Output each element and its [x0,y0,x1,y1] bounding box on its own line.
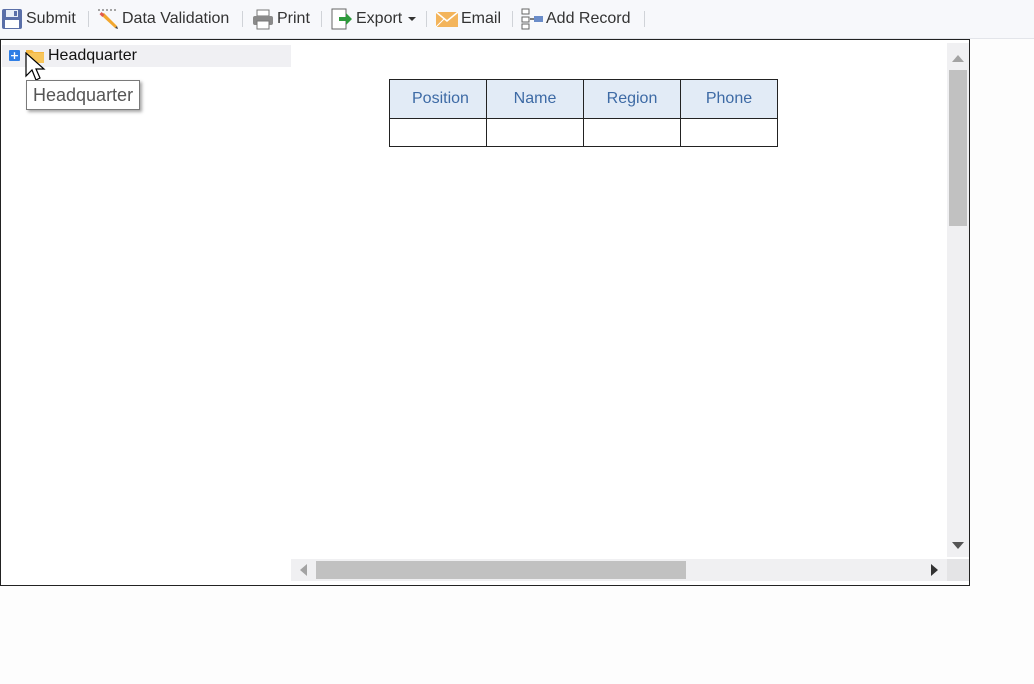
column-header-name: Name [486,79,584,119]
tree-panel: + Headquarter Headquarter [0,39,293,586]
scroll-left-icon[interactable] [300,564,307,576]
chevron-down-icon [408,17,417,21]
table-cell[interactable] [583,118,681,147]
table-cell[interactable] [680,118,778,147]
add-record-label: Add Record [546,10,631,27]
envelope-icon [435,8,459,30]
email-button[interactable]: Email [435,8,502,30]
vertical-scroll-thumb[interactable] [949,70,967,226]
vertical-scrollbar[interactable] [947,43,969,557]
print-label: Print [277,10,310,27]
toolbar: Submit Data Validation Print Export Emai… [0,0,1034,39]
horizontal-scroll-thumb[interactable] [316,561,686,579]
toolbar-divider [426,11,427,27]
table-cell[interactable] [486,118,584,147]
mouse-pointer-icon [25,51,47,82]
submit-button[interactable]: Submit [1,8,76,30]
toolbar-divider [321,11,322,27]
toolbar-divider [88,11,89,27]
column-header-phone: Phone [680,79,778,119]
data-table: Position Name Region Phone [389,79,778,147]
toolbar-divider [512,11,513,27]
save-icon [1,8,23,30]
add-record-icon [521,8,543,30]
tree-node-label: Headquarter [48,47,137,64]
table-header-row: Position Name Region Phone [389,79,778,119]
table-cell[interactable] [389,118,487,147]
add-record-button[interactable]: Add Record [521,8,631,30]
tooltip: Headquarter [26,80,141,110]
table-row [389,118,778,147]
expand-icon[interactable]: + [9,50,20,61]
horizontal-scrollbar[interactable] [291,559,947,581]
print-button[interactable]: Print [252,8,310,30]
scroll-down-icon[interactable] [952,542,964,549]
submit-label: Submit [26,10,76,27]
export-dropdown[interactable]: Export [331,8,417,30]
toolbar-divider [242,11,243,27]
scrollbar-corner [947,559,969,581]
column-header-position: Position [389,79,487,119]
pencil-icon [97,8,119,30]
scroll-right-icon[interactable] [931,564,938,576]
email-label: Email [461,10,502,27]
column-header-region: Region [583,79,681,119]
export-icon [331,8,353,30]
export-label: Export [356,10,403,27]
data-validation-button[interactable]: Data Validation [97,8,229,30]
toolbar-divider [644,11,645,27]
scroll-up-icon[interactable] [952,55,964,62]
data-validation-label: Data Validation [122,10,230,27]
printer-icon [252,8,274,30]
report-content: Position Name Region Phone [291,39,970,586]
